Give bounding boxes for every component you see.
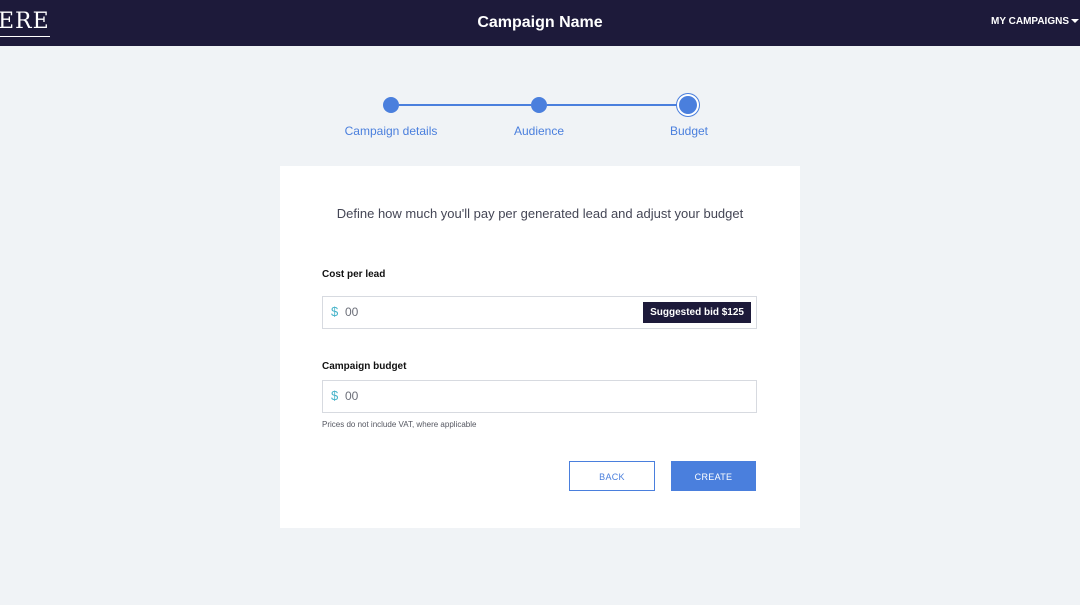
campaign-budget-label: Campaign budget bbox=[322, 361, 407, 372]
campaign-budget-field[interactable]: $ bbox=[322, 380, 757, 413]
caret-down-icon bbox=[1071, 19, 1079, 24]
page-title: Campaign Name bbox=[477, 14, 603, 31]
step-dot-campaign-details[interactable] bbox=[383, 97, 399, 113]
create-button[interactable]: CREATE bbox=[671, 461, 756, 491]
stepper-connector-1 bbox=[399, 104, 531, 106]
step-dot-audience[interactable] bbox=[531, 97, 547, 113]
cost-per-lead-input[interactable] bbox=[345, 301, 635, 323]
step-label-audience[interactable]: Audience bbox=[479, 124, 599, 138]
stepper-connector-2 bbox=[547, 104, 681, 106]
step-label-budget[interactable]: Budget bbox=[629, 124, 749, 138]
top-bar: ERE Campaign Name MY CAMPAIGNS bbox=[0, 0, 1080, 46]
campaign-budget-input[interactable] bbox=[345, 385, 635, 407]
back-button[interactable]: BACK bbox=[569, 461, 655, 491]
cost-per-lead-field[interactable]: $ Suggested bid $125 bbox=[322, 296, 757, 329]
budget-intro-text: Define how much you'll pay per generated… bbox=[336, 206, 744, 221]
cost-per-lead-label: Cost per lead bbox=[322, 269, 386, 280]
step-dot-budget[interactable] bbox=[679, 96, 697, 114]
dollar-sign-icon: $ bbox=[331, 304, 339, 319]
step-label-campaign-details[interactable]: Campaign details bbox=[331, 124, 451, 138]
dollar-sign-icon: $ bbox=[331, 388, 339, 403]
suggested-bid-badge: Suggested bid $125 bbox=[643, 302, 751, 323]
my-campaigns-menu[interactable]: MY CAMPAIGNS bbox=[991, 0, 1080, 46]
my-campaigns-label: MY CAMPAIGNS bbox=[991, 16, 1069, 27]
budget-card: Define how much you'll pay per generated… bbox=[280, 166, 800, 528]
vat-note: Prices do not include VAT, where applica… bbox=[322, 420, 477, 429]
